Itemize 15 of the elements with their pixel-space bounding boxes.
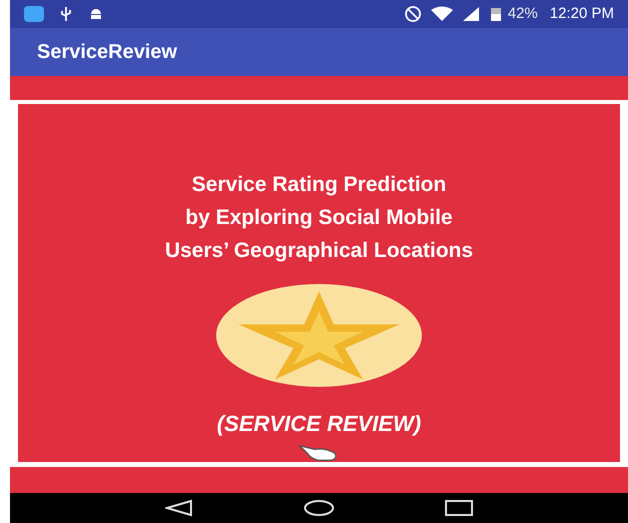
notification-icon <box>24 6 44 22</box>
splash-title-line: Users’ Geographical Locations <box>164 238 474 264</box>
service-review-caption: (SERVICE REVIEW) <box>216 410 422 438</box>
recent-apps-icon[interactable] <box>445 499 473 517</box>
wifi-icon <box>430 6 454 22</box>
splash-title-line: by Exploring Social Mobile <box>185 205 453 231</box>
app-title: ServiceReview <box>37 40 178 65</box>
do-not-disturb-icon <box>404 5 422 23</box>
battery-icon <box>490 6 502 22</box>
splash-title-line: Service Rating Prediction <box>192 172 446 198</box>
clock-time: 12:20 PM <box>550 4 614 24</box>
home-icon[interactable] <box>303 499 335 517</box>
battery-percent: 42% <box>508 4 538 24</box>
back-icon[interactable] <box>165 499 193 517</box>
usb-icon <box>60 6 72 22</box>
